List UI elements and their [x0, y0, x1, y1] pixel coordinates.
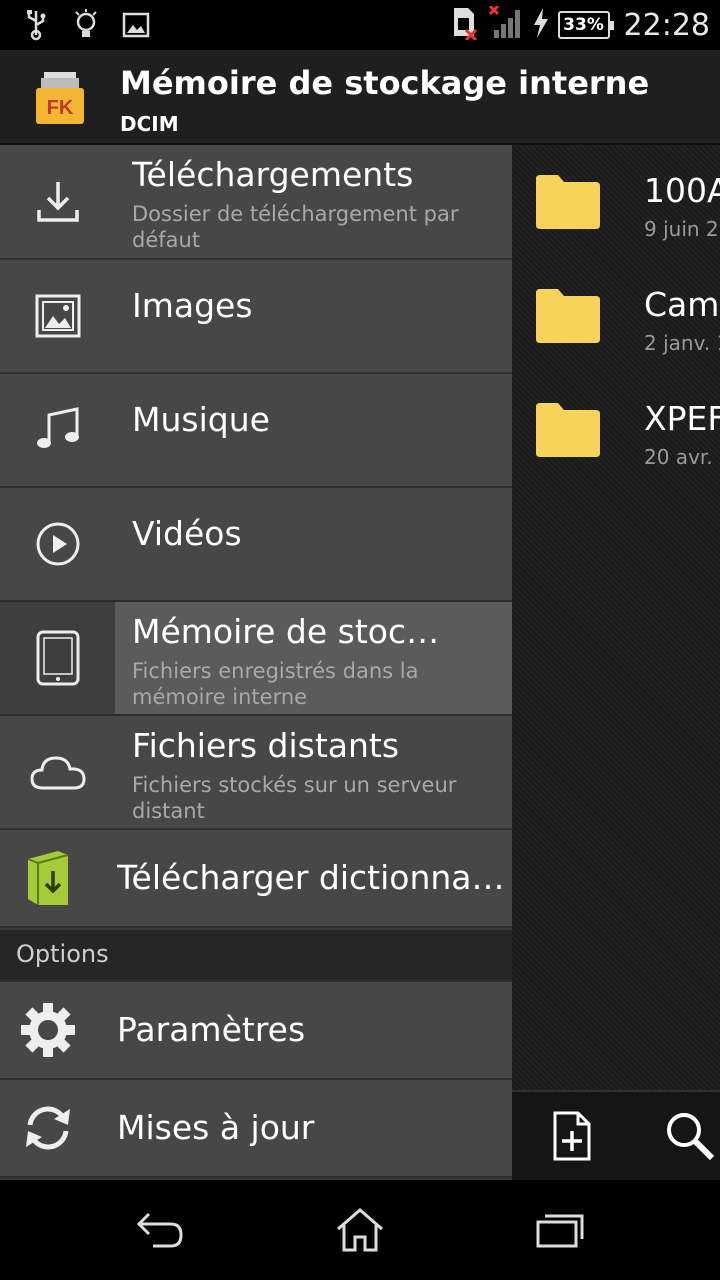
drawer-item-title: Fichiers distants [132, 726, 400, 765]
drawer-item-title: Télécharger dictionnair… [117, 858, 509, 897]
refresh-icon [26, 1106, 70, 1150]
file-date: 20 avr. 2 [644, 445, 720, 469]
file-row[interactable]: XPEF 20 avr. 2 [512, 373, 720, 487]
action-bar: FK Mémoire de stockage interne DCIM [0, 50, 720, 145]
new-file-icon [553, 1111, 591, 1161]
file-name: Cam [644, 285, 720, 324]
file-row[interactable]: 100A 9 juin 20 [512, 145, 720, 259]
home-button[interactable] [330, 1202, 390, 1258]
usb-icon [22, 8, 50, 42]
drawer-item-title: Téléchargements [132, 155, 414, 194]
logo-text: FK [47, 97, 74, 119]
gear-icon [21, 1003, 75, 1057]
recent-apps-button[interactable] [530, 1202, 590, 1258]
drawer-item-title: Mises à jour [117, 1108, 315, 1147]
search-icon [667, 1113, 715, 1161]
bottom-toolbar [512, 1090, 720, 1180]
tablet-icon [36, 630, 79, 686]
file-name: 100A [644, 171, 720, 210]
file-date: 9 juin 20 [644, 217, 720, 241]
home-icon [337, 1208, 383, 1252]
image-notification-icon [122, 8, 150, 42]
drawer-item-title: Musique [132, 400, 270, 439]
file-date: 2 janv. 1 [644, 331, 720, 355]
drawer-item-images[interactable]: Images [0, 260, 512, 374]
drawer-item-title: Images [132, 286, 253, 325]
file-row[interactable]: Cam 2 janv. 1 [512, 259, 720, 373]
folder-icon [536, 403, 600, 457]
navigation-drawer: Téléchargements Dossier de téléchargemen… [0, 145, 512, 1180]
folder-icon [536, 289, 600, 343]
bulb-icon [72, 8, 100, 42]
search-button[interactable] [662, 1108, 718, 1164]
status-bar: 33% 22:28 [0, 0, 720, 50]
drawer-item-updates[interactable]: Mises à jour [0, 1080, 512, 1178]
music-icon [36, 407, 79, 448]
sim-missing-icon [450, 6, 480, 44]
drawer-item-desc: Dossier de téléchargement par défaut [132, 202, 459, 252]
charging-icon [532, 8, 550, 42]
image-icon [35, 294, 80, 338]
battery-percent: 33% [563, 15, 604, 35]
back-button[interactable] [130, 1202, 190, 1258]
app-logo-icon[interactable]: FK [36, 72, 84, 124]
drawer-item-downloads[interactable]: Téléchargements Dossier de téléchargemen… [0, 145, 512, 260]
drawer-item-download-dictionary[interactable]: Télécharger dictionnair… [0, 830, 512, 928]
drawer-item-title: Vidéos [132, 514, 242, 553]
drawer-item-desc: Fichiers enregistrés dans la mémoire int… [132, 659, 419, 709]
new-file-button[interactable] [544, 1108, 600, 1164]
drawer-item-videos[interactable]: Vidéos [0, 488, 512, 602]
system-nav-bar [0, 1180, 720, 1280]
clock: 22:28 [623, 7, 710, 43]
drawer-item-internal-storage[interactable]: Mémoire de stoc… Fichiers enregistrés da… [0, 602, 512, 716]
section-header-options: Options [0, 930, 512, 982]
current-folder: DCIM [120, 112, 179, 136]
drawer-item-title: Paramètres [117, 1010, 306, 1049]
battery-icon: 33% [557, 11, 614, 39]
download-icon [36, 181, 79, 222]
drawer-item-desc: Fichiers stockés sur un serveur distant [132, 773, 457, 823]
no-signal-icon [488, 4, 524, 44]
play-icon [36, 522, 79, 566]
dictionary-download-icon [27, 851, 69, 905]
drawer-item-music[interactable]: Musique [0, 374, 512, 488]
file-name: XPEF [644, 399, 720, 438]
recent-apps-icon [536, 1214, 584, 1248]
section-header-label: Options [16, 940, 109, 968]
file-list: 100A 9 juin 20 Cam 2 janv. 1 XPEF 20 avr… [512, 145, 720, 1180]
back-icon [136, 1212, 183, 1248]
drawer-item-title: Mémoire de stoc… [132, 612, 440, 651]
drawer-item-settings[interactable]: Paramètres [0, 982, 512, 1080]
page-title: Mémoire de stockage interne [120, 64, 650, 102]
cloud-icon [29, 756, 86, 790]
drawer-item-remote-files[interactable]: Fichiers distants Fichiers stockés sur u… [0, 716, 512, 830]
folder-icon [536, 175, 600, 229]
